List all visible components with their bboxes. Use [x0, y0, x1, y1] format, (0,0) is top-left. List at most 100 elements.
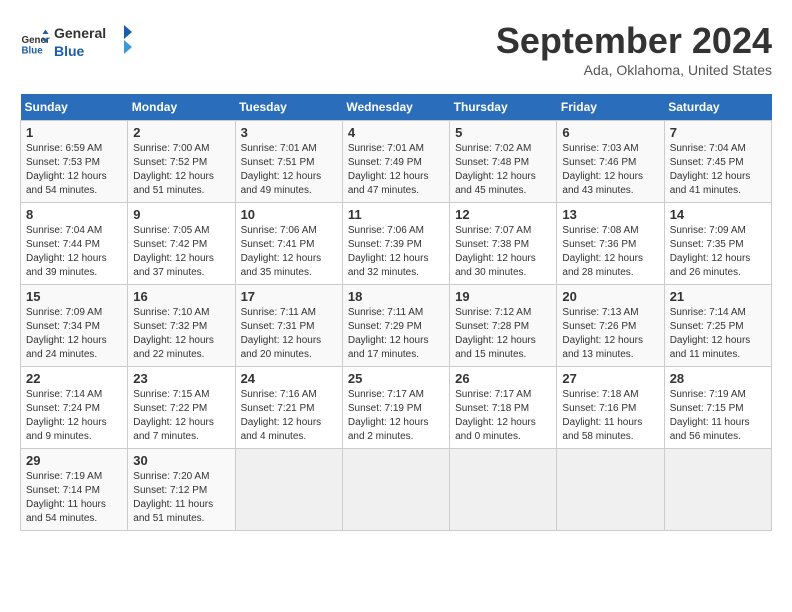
- day-info: Sunrise: 7:16 AM Sunset: 7:21 PM Dayligh…: [241, 388, 337, 444]
- day-number: 24: [241, 371, 337, 386]
- day-number: 27: [562, 371, 658, 386]
- calendar-cell: 30 Sunrise: 7:20 AM Sunset: 7:12 PM Dayli…: [128, 449, 235, 531]
- day-info: Sunrise: 7:02 AM Sunset: 7:48 PM Dayligh…: [455, 142, 551, 198]
- day-number: 20: [562, 289, 658, 304]
- day-number: 19: [455, 289, 551, 304]
- calendar-cell: [664, 449, 771, 531]
- day-number: 2: [133, 125, 229, 140]
- day-info: Sunrise: 7:13 AM Sunset: 7:26 PM Dayligh…: [562, 306, 658, 362]
- month-title: September 2024: [496, 20, 772, 62]
- day-number: 7: [670, 125, 766, 140]
- calendar-cell: 3Sunrise: 7:01 AM Sunset: 7:51 PM Daylig…: [235, 121, 342, 203]
- calendar-cell: 24 Sunrise: 7:16 AM Sunset: 7:21 PM Dayli…: [235, 367, 342, 449]
- title-area: September 2024 Ada, Oklahoma, United Sta…: [496, 20, 772, 78]
- calendar-cell: 12 Sunrise: 7:07 AM Sunset: 7:38 PM Dayli…: [450, 203, 557, 285]
- calendar-cell: 11 Sunrise: 7:06 AM Sunset: 7:39 PM Dayli…: [342, 203, 449, 285]
- day-info: Sunrise: 7:15 AM Sunset: 7:22 PM Dayligh…: [133, 388, 229, 444]
- day-number: 12: [455, 207, 551, 222]
- calendar-table: SundayMondayTuesdayWednesdayThursdayFrid…: [20, 94, 772, 531]
- day-info: Sunrise: 6:59 AM Sunset: 7:53 PM Dayligh…: [26, 142, 122, 198]
- calendar-cell: 1 Sunrise: 6:59 AM Sunset: 7:53 PM Daylig…: [21, 121, 128, 203]
- calendar-cell: 20 Sunrise: 7:13 AM Sunset: 7:26 PM Dayli…: [557, 285, 664, 367]
- day-header-friday: Friday: [557, 94, 664, 121]
- calendar-week-2: 8 Sunrise: 7:04 AM Sunset: 7:44 PM Daylig…: [21, 203, 772, 285]
- day-info: Sunrise: 7:07 AM Sunset: 7:38 PM Dayligh…: [455, 224, 551, 280]
- day-header-wednesday: Wednesday: [342, 94, 449, 121]
- calendar-cell: 18Sunrise: 7:11 AM Sunset: 7:29 PM Dayli…: [342, 285, 449, 367]
- day-number: 26: [455, 371, 551, 386]
- day-info: Sunrise: 7:14 AM Sunset: 7:25 PM Dayligh…: [670, 306, 766, 362]
- svg-text:Blue: Blue: [22, 45, 44, 56]
- calendar-cell: 29Sunrise: 7:19 AM Sunset: 7:14 PM Dayli…: [21, 449, 128, 531]
- logo-text-block: General Blue: [54, 20, 134, 65]
- day-number: 25: [348, 371, 444, 386]
- calendar-cell: 9 Sunrise: 7:05 AM Sunset: 7:42 PM Daylig…: [128, 203, 235, 285]
- calendar-week-4: 22 Sunrise: 7:14 AM Sunset: 7:24 PM Dayli…: [21, 367, 772, 449]
- calendar-cell: 7 Sunrise: 7:04 AM Sunset: 7:45 PM Daylig…: [664, 121, 771, 203]
- day-info: Sunrise: 7:20 AM Sunset: 7:12 PM Dayligh…: [133, 470, 229, 526]
- day-number: 1: [26, 125, 122, 140]
- day-header-saturday: Saturday: [664, 94, 771, 121]
- day-info: Sunrise: 7:03 AM Sunset: 7:46 PM Dayligh…: [562, 142, 658, 198]
- day-info: Sunrise: 7:12 AM Sunset: 7:28 PM Dayligh…: [455, 306, 551, 362]
- day-header-thursday: Thursday: [450, 94, 557, 121]
- calendar-cell: 26 Sunrise: 7:17 AM Sunset: 7:18 PM Dayli…: [450, 367, 557, 449]
- day-number: 8: [26, 207, 122, 222]
- day-number: 28: [670, 371, 766, 386]
- day-info: Sunrise: 7:05 AM Sunset: 7:42 PM Dayligh…: [133, 224, 229, 280]
- day-header-monday: Monday: [128, 94, 235, 121]
- calendar-cell: 21 Sunrise: 7:14 AM Sunset: 7:25 PM Dayli…: [664, 285, 771, 367]
- day-info: Sunrise: 7:14 AM Sunset: 7:24 PM Dayligh…: [26, 388, 122, 444]
- day-number: 21: [670, 289, 766, 304]
- calendar-cell: 27Sunrise: 7:18 AM Sunset: 7:16 PM Dayli…: [557, 367, 664, 449]
- logo: General Blue General Blue: [20, 20, 134, 65]
- day-info: Sunrise: 7:06 AM Sunset: 7:39 PM Dayligh…: [348, 224, 444, 280]
- calendar-cell: 13 Sunrise: 7:08 AM Sunset: 7:36 PM Dayli…: [557, 203, 664, 285]
- calendar-cell: 22 Sunrise: 7:14 AM Sunset: 7:24 PM Dayli…: [21, 367, 128, 449]
- calendar-cell: [235, 449, 342, 531]
- day-info: Sunrise: 7:09 AM Sunset: 7:35 PM Dayligh…: [670, 224, 766, 280]
- calendar-week-5: 29Sunrise: 7:19 AM Sunset: 7:14 PM Dayli…: [21, 449, 772, 531]
- day-number: 6: [562, 125, 658, 140]
- day-number: 16: [133, 289, 229, 304]
- calendar-cell: [450, 449, 557, 531]
- day-info: Sunrise: 7:08 AM Sunset: 7:36 PM Dayligh…: [562, 224, 658, 280]
- day-number: 17: [241, 289, 337, 304]
- day-header-sunday: Sunday: [21, 94, 128, 121]
- calendar-cell: 17 Sunrise: 7:11 AM Sunset: 7:31 PM Dayli…: [235, 285, 342, 367]
- day-number: 4: [348, 125, 444, 140]
- calendar-cell: 15 Sunrise: 7:09 AM Sunset: 7:34 PM Dayli…: [21, 285, 128, 367]
- day-number: 29: [26, 453, 122, 468]
- svg-text:Blue: Blue: [54, 43, 85, 59]
- calendar-cell: 5 Sunrise: 7:02 AM Sunset: 7:48 PM Daylig…: [450, 121, 557, 203]
- svg-text:General: General: [54, 25, 106, 41]
- day-info: Sunrise: 7:04 AM Sunset: 7:44 PM Dayligh…: [26, 224, 122, 280]
- calendar-week-1: 1 Sunrise: 6:59 AM Sunset: 7:53 PM Daylig…: [21, 121, 772, 203]
- calendar-week-3: 15 Sunrise: 7:09 AM Sunset: 7:34 PM Dayli…: [21, 285, 772, 367]
- day-number: 13: [562, 207, 658, 222]
- calendar-cell: 8 Sunrise: 7:04 AM Sunset: 7:44 PM Daylig…: [21, 203, 128, 285]
- calendar-cell: 2Sunrise: 7:00 AM Sunset: 7:52 PM Daylig…: [128, 121, 235, 203]
- days-header-row: SundayMondayTuesdayWednesdayThursdayFrid…: [21, 94, 772, 121]
- day-number: 15: [26, 289, 122, 304]
- day-number: 5: [455, 125, 551, 140]
- calendar-cell: 25Sunrise: 7:17 AM Sunset: 7:19 PM Dayli…: [342, 367, 449, 449]
- location: Ada, Oklahoma, United States: [496, 62, 772, 78]
- day-info: Sunrise: 7:11 AM Sunset: 7:29 PM Dayligh…: [348, 306, 444, 362]
- day-number: 10: [241, 207, 337, 222]
- calendar-cell: [557, 449, 664, 531]
- day-info: Sunrise: 7:01 AM Sunset: 7:49 PM Dayligh…: [348, 142, 444, 198]
- day-number: 11: [348, 207, 444, 222]
- day-info: Sunrise: 7:01 AM Sunset: 7:51 PM Dayligh…: [241, 142, 337, 198]
- day-number: 9: [133, 207, 229, 222]
- day-info: Sunrise: 7:04 AM Sunset: 7:45 PM Dayligh…: [670, 142, 766, 198]
- day-info: Sunrise: 7:09 AM Sunset: 7:34 PM Dayligh…: [26, 306, 122, 362]
- calendar-cell: 19 Sunrise: 7:12 AM Sunset: 7:28 PM Dayli…: [450, 285, 557, 367]
- day-number: 22: [26, 371, 122, 386]
- day-info: Sunrise: 7:17 AM Sunset: 7:18 PM Dayligh…: [455, 388, 551, 444]
- day-number: 30: [133, 453, 229, 468]
- calendar-cell: 16Sunrise: 7:10 AM Sunset: 7:32 PM Dayli…: [128, 285, 235, 367]
- logo-icon: General Blue: [20, 28, 50, 58]
- day-header-tuesday: Tuesday: [235, 94, 342, 121]
- day-info: Sunrise: 7:11 AM Sunset: 7:31 PM Dayligh…: [241, 306, 337, 362]
